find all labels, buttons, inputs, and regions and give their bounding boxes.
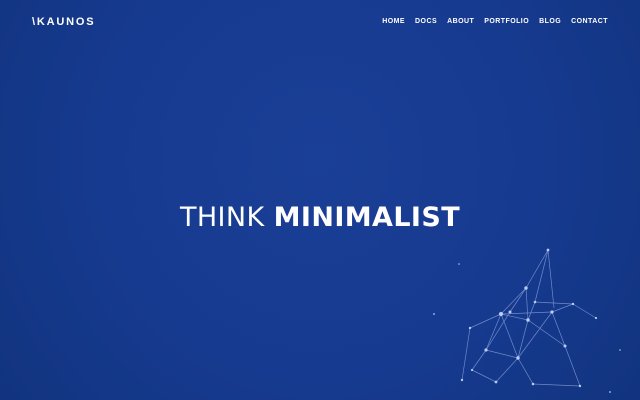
network-graph-icon bbox=[433, 248, 621, 393]
landing-page: \KAUNOS HOME DOCS ABOUT PORTFOLIO BLOG C… bbox=[0, 0, 640, 400]
nav-docs[interactable]: DOCS bbox=[415, 17, 437, 27]
main-nav: HOME DOCS ABOUT PORTFOLIO BLOG CONTACT bbox=[372, 17, 608, 27]
brand-logo[interactable]: \KAUNOS bbox=[32, 15, 95, 29]
top-navigation-bar: \KAUNOS HOME DOCS ABOUT PORTFOLIO BLOG C… bbox=[0, 0, 640, 44]
nav-portfolio[interactable]: PORTFOLIO bbox=[484, 17, 529, 27]
hero-light-text: THINK bbox=[179, 202, 274, 233]
nav-about[interactable]: ABOUT bbox=[447, 17, 474, 27]
nav-home[interactable]: HOME bbox=[382, 17, 405, 27]
hero-bold-text: MINIMALIST bbox=[273, 202, 461, 233]
nav-blog[interactable]: BLOG bbox=[539, 17, 561, 27]
nav-contact[interactable]: CONTACT bbox=[571, 17, 608, 27]
